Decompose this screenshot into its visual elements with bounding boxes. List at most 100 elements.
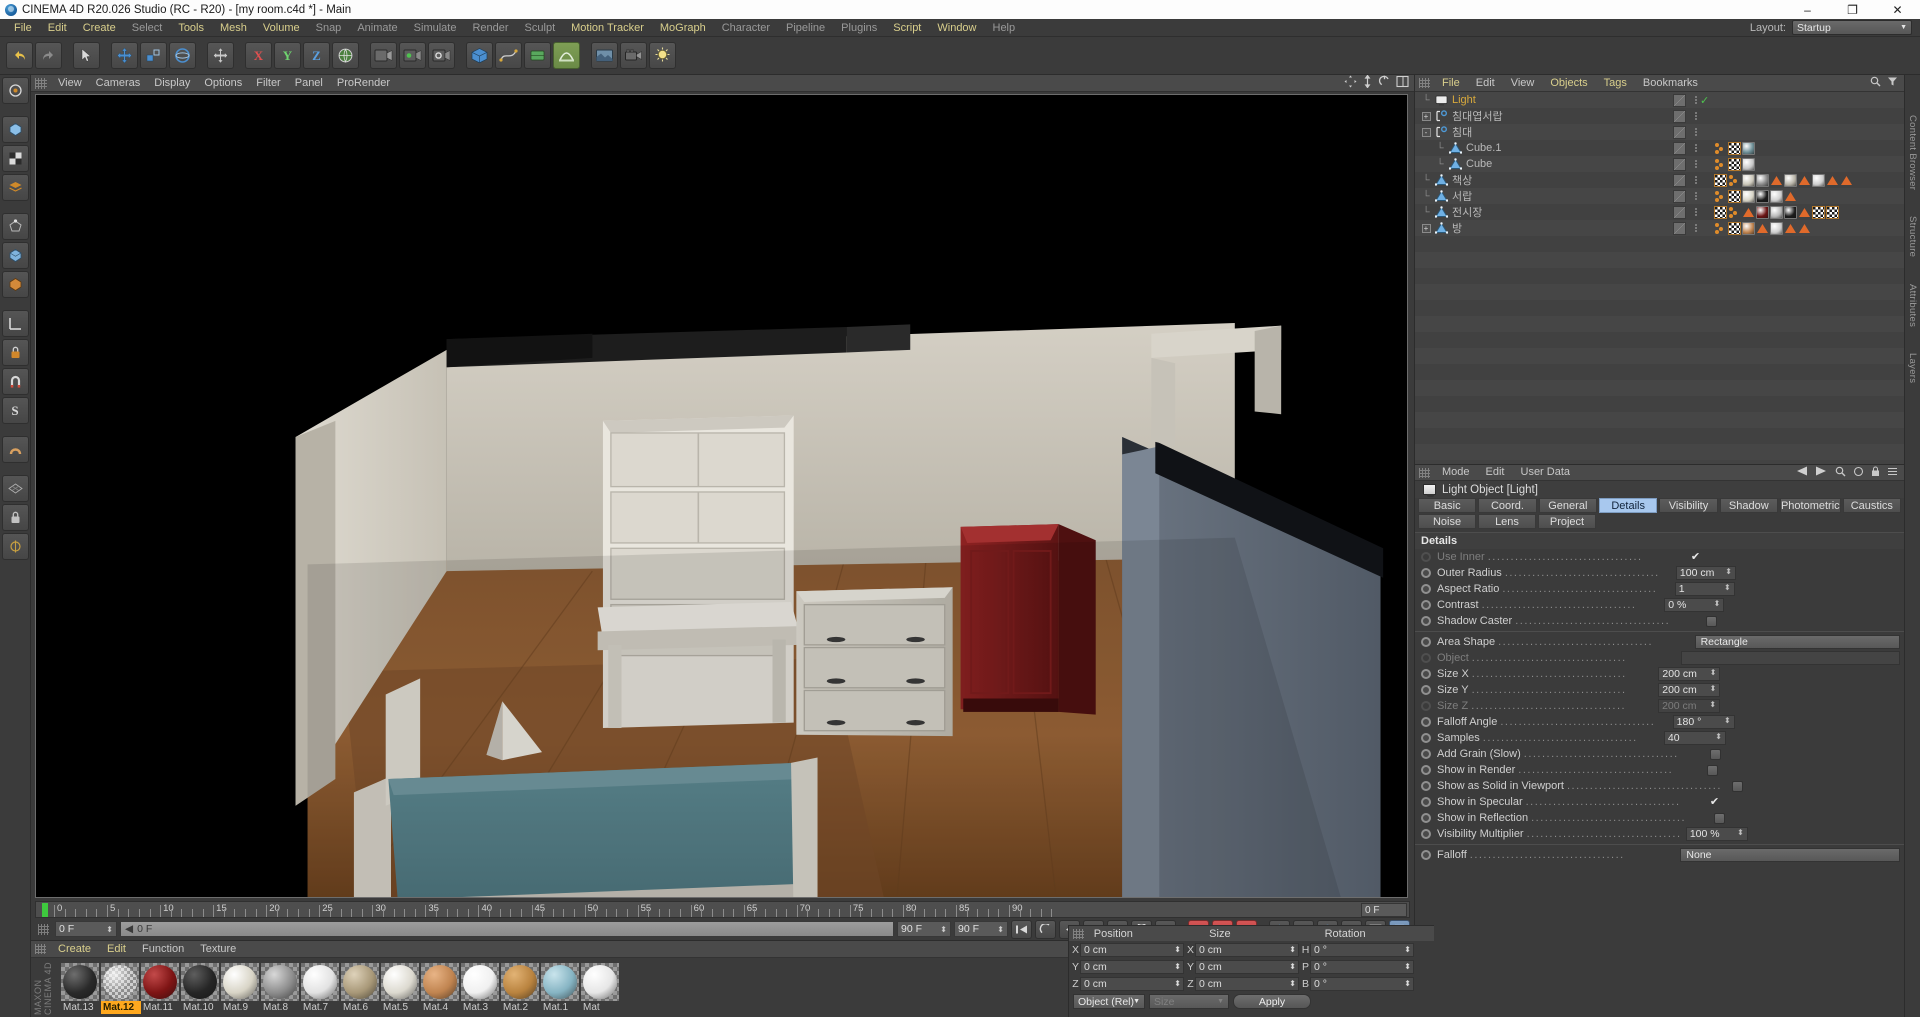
object-visibility-dots[interactable]: [1691, 160, 1700, 168]
material-cell[interactable]: Mat.5: [381, 963, 421, 1014]
workplane-icon[interactable]: [1, 475, 29, 502]
spinner-icon[interactable]: ⬍: [940, 925, 947, 934]
material-preview[interactable]: [261, 963, 299, 1001]
object-menu-objects[interactable]: Objects: [1542, 75, 1595, 92]
menu-item-render[interactable]: Render: [464, 19, 516, 37]
parameter-animate-dot[interactable]: [1421, 685, 1431, 695]
cube-primitive-button[interactable]: [466, 42, 493, 69]
menu-item-sculpt[interactable]: Sculpt: [517, 19, 564, 37]
slider-left-arrow-icon[interactable]: ◀: [125, 923, 133, 935]
spinner-icon[interactable]: ⬍: [1710, 668, 1717, 677]
previous-key-button[interactable]: [1035, 919, 1056, 939]
object-menu-view[interactable]: View: [1503, 75, 1543, 92]
parameter-input[interactable]: 1 ⬍: [1674, 582, 1735, 596]
material-name[interactable]: Mat.12: [101, 1001, 141, 1014]
material-cell[interactable]: Mat.4: [421, 963, 461, 1014]
object-visibility-toggle[interactable]: [1673, 109, 1686, 123]
material-name[interactable]: Mat.2: [501, 1001, 541, 1014]
parameter-animate-dot[interactable]: [1421, 637, 1431, 647]
material-panel-grip-icon[interactable]: [35, 944, 46, 954]
object-enabled-check[interactable]: ✓: [1700, 95, 1709, 107]
material-menu-edit[interactable]: Edit: [99, 941, 134, 958]
object-tag-material[interactable]: [1756, 173, 1769, 187]
material-preview[interactable]: [541, 963, 579, 1001]
object-tag-material[interactable]: [1756, 189, 1769, 203]
spinner-icon[interactable]: ⬍: [1715, 732, 1722, 741]
object-menu-bookmarks[interactable]: Bookmarks: [1635, 75, 1706, 92]
material-name[interactable]: Mat.3: [461, 1001, 501, 1014]
minimize-button[interactable]: –: [1785, 0, 1830, 19]
object-row[interactable]: └ Cube: [1415, 156, 1904, 172]
object-expander-toggle[interactable]: +: [1421, 111, 1431, 121]
spinner-icon[interactable]: ⬍: [1404, 945, 1411, 954]
parameter-animate-dot[interactable]: [1421, 616, 1431, 626]
parameter-animate-dot[interactable]: [1421, 813, 1431, 823]
spinner-icon[interactable]: ⬍: [1725, 567, 1732, 576]
attribute-tab-noise[interactable]: Noise: [1418, 514, 1476, 529]
back-arrow-icon[interactable]: [1795, 466, 1808, 479]
object-tag-phong[interactable]: [1756, 222, 1769, 235]
layout-dropdown[interactable]: Startup ▼: [1792, 20, 1912, 35]
object-visibility-dots[interactable]: [1691, 112, 1700, 120]
material-name[interactable]: Mat.1: [541, 1001, 581, 1014]
light-button[interactable]: [649, 42, 676, 69]
spinner-icon[interactable]: ⬍: [1724, 716, 1731, 725]
material-cell[interactable]: Mat.12: [101, 963, 141, 1014]
spinner-icon[interactable]: ⬍: [1404, 979, 1411, 988]
object-tag-material[interactable]: [1742, 157, 1755, 171]
undo-button[interactable]: [6, 42, 33, 69]
menu-item-select[interactable]: Select: [124, 19, 171, 37]
menu-item-script[interactable]: Script: [885, 19, 929, 37]
object-tag-dots[interactable]: [1728, 206, 1741, 219]
material-name[interactable]: Mat.7: [301, 1001, 341, 1014]
y-axis-lock-button[interactable]: Y: [274, 42, 301, 69]
parameter-dropdown-empty[interactable]: [1681, 651, 1901, 665]
attribute-tab-basic[interactable]: Basic: [1418, 498, 1477, 513]
spinner-icon[interactable]: ⬍: [997, 925, 1004, 934]
parameter-checkbox-checked[interactable]: ✔: [1691, 551, 1704, 563]
object-tag-material[interactable]: [1742, 189, 1755, 203]
object-name[interactable]: 서랍: [1449, 188, 1472, 204]
object-panel-grip-icon[interactable]: [1419, 78, 1430, 88]
material-cell[interactable]: Mat.3: [461, 963, 501, 1014]
attribute-tab-caustics[interactable]: Caustics: [1842, 498, 1901, 513]
attribute-tab-lens[interactable]: Lens: [1478, 514, 1536, 529]
z-axis-lock-button[interactable]: Z: [303, 42, 330, 69]
object-row[interactable]: - 침대: [1415, 124, 1904, 140]
coord-position-input[interactable]: 0 cm ⬍: [1080, 976, 1184, 991]
material-cell[interactable]: Mat.10: [181, 963, 221, 1014]
object-tag-material[interactable]: [1784, 205, 1797, 219]
parameter-animate-dot[interactable]: [1421, 584, 1431, 594]
scale-tool-button[interactable]: [140, 42, 167, 69]
object-name[interactable]: 방: [1449, 220, 1462, 236]
spinner-icon[interactable]: ⬍: [1289, 979, 1296, 988]
object-row[interactable]: + 침대엽서랍: [1415, 108, 1904, 124]
object-tag-material[interactable]: [1742, 173, 1755, 187]
lock-icon[interactable]: [1871, 466, 1880, 480]
material-preview[interactable]: [501, 963, 539, 1001]
attribute-tab-project[interactable]: Project: [1538, 514, 1596, 529]
object-tag-texture[interactable]: [1728, 141, 1741, 155]
attribute-panel-grip-icon[interactable]: [1419, 467, 1430, 478]
object-tag-material[interactable]: [1770, 205, 1783, 219]
parameter-input[interactable]: 200 cm ⬍: [1658, 699, 1721, 713]
material-name[interactable]: Mat.9: [221, 1001, 261, 1014]
object-name[interactable]: 전시장: [1449, 204, 1482, 220]
object-visibility-dots[interactable]: [1691, 96, 1700, 104]
forward-arrow-icon[interactable]: [1815, 466, 1828, 479]
menu-item-animate[interactable]: Animate: [349, 19, 405, 37]
parameter-input[interactable]: 100 cm ⬍: [1675, 566, 1736, 580]
material-cell[interactable]: Mat.13: [61, 963, 101, 1014]
coordinates-apply-button[interactable]: Apply: [1233, 994, 1311, 1009]
spinner-icon[interactable]: ⬍: [1737, 828, 1744, 837]
environment-button[interactable]: [591, 42, 618, 69]
object-tag-texture[interactable]: [1728, 157, 1741, 171]
object-tag-material[interactable]: [1784, 173, 1797, 187]
object-tag-texture[interactable]: [1728, 189, 1741, 203]
menu-item-help[interactable]: Help: [985, 19, 1024, 37]
material-name[interactable]: Mat.11: [141, 1001, 181, 1014]
parameter-checkbox[interactable]: [1705, 615, 1717, 627]
world-coordinate-button[interactable]: [332, 42, 359, 69]
generator-button[interactable]: [524, 42, 551, 69]
timeline-grip-icon[interactable]: [38, 923, 49, 935]
